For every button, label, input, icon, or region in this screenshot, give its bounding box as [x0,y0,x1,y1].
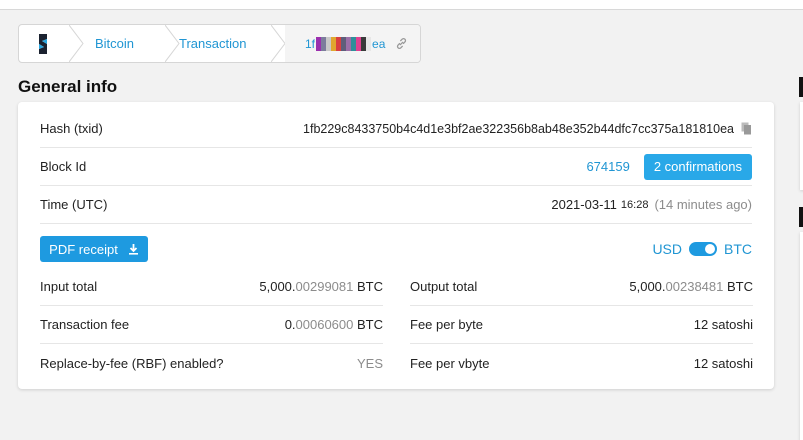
breadcrumb-current-hash[interactable]: 1f ea [305,36,386,51]
input-total-unit: BTC [353,279,383,294]
hash-row: Hash (txid) 1fb229c8433750b4c4d1e3bf2ae3… [40,110,752,148]
fee-per-byte-label: Fee per byte [410,317,483,332]
time-label: Time (UTC) [40,197,108,212]
fee-value: 0. 00060600 BTC [285,317,383,332]
section-title: General info [18,77,118,96]
input-total-int: 5,000. [259,279,296,294]
blockchair-logo-icon [39,33,47,54]
currency-btc-label[interactable]: BTC [724,241,752,257]
block-id-link[interactable]: 674159 [586,159,629,174]
breadcrumb-home[interactable] [19,25,69,62]
fee-int: 0. [284,317,296,332]
rbf-label: Replace-by-fee (RBF) enabled? [40,355,224,371]
download-icon [128,243,139,255]
edge-section-title-2: █ [799,207,803,227]
rbf-row: Replace-by-fee (RBF) enabled? YES [40,344,383,382]
pdf-receipt-label: PDF receipt [49,241,118,257]
time-row: Time (UTC) 2021-03-11 16:28 (14 minutes … [40,186,752,224]
fee-row: Transaction fee 0. 00060600 BTC [40,306,383,344]
fee-per-byte-row: Fee per byte 12 satoshi [410,306,753,344]
breadcrumb-item-bitcoin[interactable]: Bitcoin [95,36,134,51]
time-ago: (14 minutes ago) [654,197,752,212]
time-value-wrap: 2021-03-11 16:28 (14 minutes ago) [551,197,752,212]
block-row: Block Id 674159 2 confirmations [40,148,752,186]
confirmations-badge[interactable]: 2 confirmations [643,153,752,180]
link-icon[interactable] [395,37,408,50]
breadcrumb-item-wrap: Bitcoin [95,25,165,62]
output-total-unit: BTC [723,279,753,294]
general-info-card: Hash (txid) 1fb229c8433750b4c4d1e3bf2ae3… [18,102,774,389]
redacted-hash [316,36,372,51]
breadcrumb: Bitcoin Transaction 1f ea [18,24,421,63]
input-total-value: 5,000. 00299081 BTC [259,279,383,294]
block-value-wrap: 674159 2 confirmations [586,153,752,180]
output-total-int: 5,000. [629,279,666,294]
fee-label: Transaction fee [40,317,130,332]
pdf-receipt-button[interactable]: PDF receipt [40,236,148,262]
time-clock: 16:28 [620,198,649,211]
fee-frac: 00060600 [295,317,354,332]
output-total-frac: 00238481 [665,279,724,294]
currency-usd-label[interactable]: USD [652,241,682,257]
hash-prefix: 1f [305,36,316,51]
input-total-frac: 00299081 [295,279,354,294]
fee-per-vbyte-value: 12 satoshi [693,355,753,371]
rbf-value: YES [356,355,383,371]
copy-icon[interactable] [741,122,752,135]
block-label: Block Id [40,159,87,174]
breadcrumb-item-wrap: Transaction [179,25,279,62]
breadcrumb-separator [69,25,84,62]
output-total-row: Output total 5,000. 00238481 BTC [410,268,753,306]
output-total-value: 5,000. 00238481 BTC [629,279,753,294]
fee-unit: BTC [353,317,383,332]
currency-toggle: USD BTC [652,236,752,262]
hash-value-wrap: 1fb229c8433750b4c4d1e3bf2ae322356b8ab48e… [303,122,752,136]
currency-toggle-switch[interactable] [689,242,717,256]
input-total-label: Input total [40,279,98,294]
redaction-block [366,36,372,51]
edge-section-title: █ [799,77,803,97]
hash-suffix: ea [372,36,386,51]
toggle-knob [705,244,715,254]
top-bar [0,0,803,10]
fee-per-vbyte-label: Fee per vbyte [410,355,490,371]
input-total-row: Input total 5,000. 00299081 BTC [40,268,383,306]
fee-per-byte-value: 12 satoshi [693,317,753,332]
fee-per-vbyte-row: Fee per vbyte 12 satoshi [410,344,753,382]
time-date: 2021-03-11 [551,197,617,212]
hash-label: Hash (txid) [40,121,103,136]
breadcrumb-item-transaction[interactable]: Transaction [179,36,246,51]
output-total-label: Output total [410,279,478,294]
hash-value[interactable]: 1fb229c8433750b4c4d1e3bf2ae322356b8ab48e… [303,122,734,136]
breadcrumb-current: 1f ea [285,25,420,62]
